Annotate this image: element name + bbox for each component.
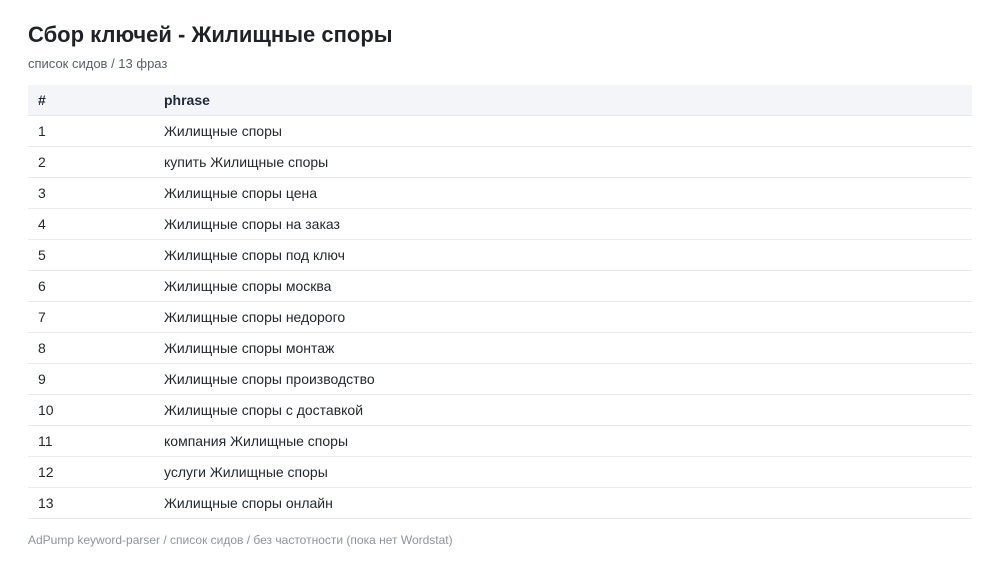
- page-title: Сбор ключей - Жилищные споры: [28, 22, 393, 47]
- row-number: 6: [28, 270, 154, 302]
- row-number: 7: [28, 301, 154, 333]
- row-phrase: Жилищные споры москва: [154, 270, 972, 302]
- table-row[interactable]: 8 Жилищные споры монтаж: [28, 332, 972, 364]
- row-number: 12: [28, 456, 154, 488]
- table-row[interactable]: 12 услуги Жилищные споры: [28, 456, 972, 488]
- row-number: 1: [28, 115, 154, 147]
- row-phrase: услуги Жилищные споры: [154, 456, 972, 488]
- phrases-table: # phrase 1 Жилищные споры 2 купить Жилищные…: [28, 85, 972, 519]
- row-number: 2: [28, 146, 154, 178]
- row-phrase: Жилищные споры на заказ: [154, 208, 972, 240]
- table-row[interactable]: 13 Жилищные споры онлайн: [28, 487, 972, 519]
- table-body: 1 Жилищные споры 2 купить Жилищные споры 3 Жи…: [28, 115, 972, 519]
- row-phrase: Жилищные споры: [154, 115, 972, 147]
- row-phrase: Жилищные споры под ключ: [154, 239, 972, 271]
- row-phrase: Жилищные споры монтаж: [154, 332, 972, 364]
- row-phrase: компания Жилищные споры: [154, 425, 972, 457]
- table-row[interactable]: 1 Жилищные споры: [28, 115, 972, 147]
- table-row[interactable]: 11 компания Жилищные споры: [28, 425, 972, 457]
- row-phrase: Жилищные споры производство: [154, 363, 972, 395]
- table-row[interactable]: 10 Жилищные споры с доставкой: [28, 394, 972, 426]
- row-number: 9: [28, 363, 154, 395]
- row-number: 5: [28, 239, 154, 271]
- table-row[interactable]: 9 Жилищные споры производство: [28, 363, 972, 395]
- row-number: 10: [28, 394, 154, 426]
- row-number: 13: [28, 487, 154, 519]
- row-phrase: Жилищные споры онлайн: [154, 487, 972, 519]
- column-header-number[interactable]: #: [28, 85, 154, 116]
- row-phrase: Жилищные споры цена: [154, 177, 972, 209]
- page: Сбор ключей - Жилищные споры список сидо…: [0, 0, 1000, 565]
- row-number: 11: [28, 425, 154, 457]
- footer-note: AdPump keyword-parser / список сидов / б…: [28, 533, 453, 547]
- page-subtitle: список сидов / 13 фраз: [28, 56, 168, 71]
- row-number: 3: [28, 177, 154, 209]
- table-row[interactable]: 6 Жилищные споры москва: [28, 270, 972, 302]
- row-number: 8: [28, 332, 154, 364]
- table-row[interactable]: 3 Жилищные споры цена: [28, 177, 972, 209]
- table-row[interactable]: 2 купить Жилищные споры: [28, 146, 972, 178]
- table-header-row: # phrase: [28, 85, 972, 116]
- table-header: # phrase: [28, 85, 972, 116]
- row-phrase: Жилищные споры недорого: [154, 301, 972, 333]
- table-row[interactable]: 7 Жилищные споры недорого: [28, 301, 972, 333]
- row-phrase: купить Жилищные споры: [154, 146, 972, 178]
- row-number: 4: [28, 208, 154, 240]
- column-header-phrase[interactable]: phrase: [154, 85, 972, 116]
- table-row[interactable]: 5 Жилищные споры под ключ: [28, 239, 972, 271]
- table-row[interactable]: 4 Жилищные споры на заказ: [28, 208, 972, 240]
- row-phrase: Жилищные споры с доставкой: [154, 394, 972, 426]
